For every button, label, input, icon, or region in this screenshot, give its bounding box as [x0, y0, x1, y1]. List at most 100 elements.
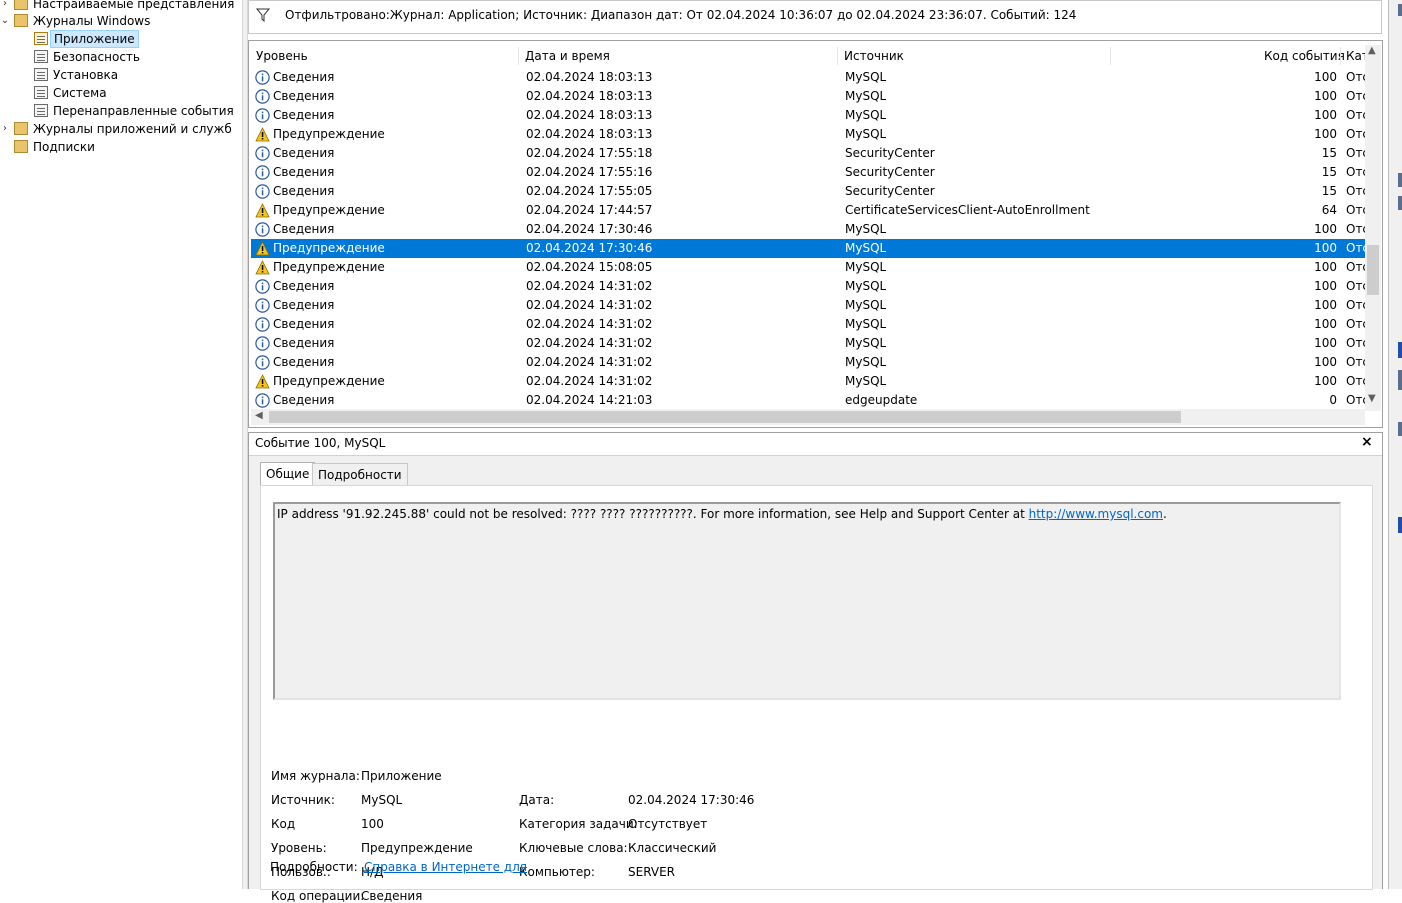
action-icon[interactable] [1398, 173, 1402, 187]
table-row[interactable]: Сведения 02.04.2024 18:03:13 MySQL 100 Отс [251, 87, 1366, 106]
table-row[interactable]: Предупреждение 02.04.2024 17:44:57 Certifi… [251, 201, 1366, 220]
table-row[interactable]: Сведения 02.04.2024 17:55:05 SecurityCente… [251, 182, 1366, 201]
scroll-down-icon[interactable]: ▼ [1368, 393, 1376, 404]
row-event-id: 100 [1314, 260, 1337, 274]
table-row[interactable]: Сведения 02.04.2024 17:55:16 SecurityCente… [251, 163, 1366, 182]
tree-item-label: Журналы Windows [33, 14, 151, 28]
close-icon[interactable]: × [1361, 434, 1373, 450]
row-date: 02.04.2024 14:31:02 [526, 279, 653, 293]
table-row[interactable]: Предупреждение 02.04.2024 15:08:05 MySQL 10… [251, 258, 1366, 277]
table-row[interactable]: Сведения 02.04.2024 18:03:13 MySQL 100 Отс [251, 106, 1366, 125]
column-header-level[interactable]: Уровень [256, 45, 308, 67]
table-row[interactable]: Предупреждение 02.04.2024 17:30:46 MySQL 10… [251, 239, 1366, 258]
online-help-link[interactable]: Справка в Интернете для [364, 860, 527, 874]
table-row[interactable]: Предупреждение 02.04.2024 14:31:02 MySQL 10… [251, 372, 1366, 391]
table-row[interactable]: Сведения 02.04.2024 17:55:18 SecurityCente… [251, 144, 1366, 163]
collapse-icon[interactable]: ⌄ [0, 12, 10, 30]
row-date: 02.04.2024 17:55:05 [526, 184, 653, 198]
row-category: Отс [1346, 70, 1366, 84]
action-icon[interactable] [1398, 517, 1402, 533]
filter-bar: Отфильтровано:Журнал: Application; Источ… [248, 0, 1382, 34]
info-icon [255, 336, 270, 351]
column-separator[interactable] [1110, 47, 1111, 65]
row-category: Отс [1346, 279, 1366, 293]
opcode-label: Код операции: [271, 889, 365, 903]
row-source: MySQL [845, 70, 887, 84]
action-icon[interactable] [1398, 422, 1402, 436]
date-value: 02.04.2024 17:30:46 [628, 793, 755, 807]
row-event-id: 100 [1314, 89, 1337, 103]
mysql-help-link[interactable]: http://www.mysql.com [1029, 507, 1163, 521]
event-message-box[interactable]: IP address '91.92.245.88' could not be r… [273, 502, 1341, 700]
row-date: 02.04.2024 14:21:03 [526, 393, 653, 407]
row-level: Предупреждение [273, 127, 385, 141]
info-icon [255, 70, 270, 85]
row-source: MySQL [845, 279, 887, 293]
row-category: Отс [1346, 336, 1366, 350]
row-date: 02.04.2024 17:30:46 [526, 222, 653, 236]
filter-funnel-icon [256, 8, 270, 22]
column-separator[interactable] [837, 47, 838, 65]
row-source: MySQL [845, 222, 887, 236]
horizontal-scrollbar[interactable]: ◀ [251, 409, 1365, 425]
computer-label: Компьютер: [519, 865, 595, 879]
column-separator[interactable] [1340, 47, 1341, 65]
column-header-date[interactable]: Дата и время [525, 45, 610, 67]
computer-value: SERVER [628, 865, 676, 879]
row-source: MySQL [845, 108, 887, 122]
log-icon [34, 32, 48, 45]
info-icon [255, 355, 270, 370]
table-row[interactable]: Предупреждение 02.04.2024 18:03:13 MySQL 10… [251, 125, 1366, 144]
table-row[interactable]: Сведения 02.04.2024 14:21:03 edgeupdate 0 От… [251, 391, 1366, 410]
filter-summary-text: Отфильтровано:Журнал: Application; Источ… [285, 8, 1077, 22]
warning-icon [255, 374, 270, 389]
expand-icon[interactable]: › [0, 120, 10, 138]
events-grid: Уровень Дата и время Источник Код событи… [248, 40, 1383, 428]
scroll-up-icon[interactable]: ▲ [1368, 45, 1376, 56]
vertical-scroll-thumb[interactable] [1367, 245, 1379, 295]
tree-item-label: Журналы приложений и служб [33, 122, 232, 136]
tab-details[interactable]: Подробности [312, 463, 408, 485]
table-row[interactable]: Сведения 02.04.2024 18:03:13 MySQL 100 Отс [251, 68, 1366, 87]
row-level: Сведения [273, 336, 335, 350]
folder-icon [14, 122, 28, 135]
table-row[interactable]: Сведения 02.04.2024 14:31:02 MySQL 100 Отс [251, 296, 1366, 315]
row-date: 02.04.2024 15:08:05 [526, 260, 653, 274]
column-header-event-id[interactable]: Код события [1264, 45, 1345, 67]
action-icon[interactable] [1398, 196, 1402, 210]
row-date: 02.04.2024 17:55:18 [526, 146, 653, 160]
row-category: Отс [1346, 393, 1366, 407]
row-level: Сведения [273, 89, 335, 103]
log-name-label: Имя журнала: [271, 769, 360, 783]
log-icon [34, 104, 48, 117]
row-level: Сведения [273, 393, 335, 407]
action-icon[interactable] [1398, 370, 1402, 390]
table-row[interactable]: Сведения 02.04.2024 14:31:02 MySQL 100 Отс [251, 353, 1366, 372]
table-row[interactable]: Сведения 02.04.2024 14:31:02 MySQL 100 Отс [251, 334, 1366, 353]
column-header-source[interactable]: Источник [844, 45, 904, 67]
source-value: MySQL [361, 793, 403, 807]
info-icon [255, 393, 270, 408]
action-icon[interactable] [1398, 4, 1402, 16]
scroll-left-icon[interactable]: ◀ [255, 410, 263, 421]
horizontal-scroll-thumb[interactable] [269, 411, 1181, 423]
tab-general[interactable]: Общие [260, 462, 316, 486]
row-source: MySQL [845, 260, 887, 274]
row-level: Сведения [273, 146, 335, 160]
column-separator[interactable] [518, 47, 519, 65]
actions-pane-edge[interactable] [1388, 0, 1402, 889]
table-row[interactable]: Сведения 02.04.2024 14:31:02 MySQL 100 Отс [251, 277, 1366, 296]
table-row[interactable]: Сведения 02.04.2024 17:30:46 MySQL 100 Отс [251, 220, 1366, 239]
info-icon [255, 298, 270, 313]
folder-icon [14, 14, 28, 27]
action-icon[interactable] [1398, 342, 1402, 358]
event-code-value: 100 [361, 817, 384, 831]
table-row[interactable]: Сведения 02.04.2024 14:31:02 MySQL 100 Отс [251, 315, 1366, 334]
row-source: MySQL [845, 355, 887, 369]
row-category: Отс [1346, 374, 1366, 388]
folder-icon [14, 140, 28, 153]
row-event-id: 15 [1321, 146, 1337, 160]
row-event-id: 100 [1314, 222, 1337, 236]
vertical-scrollbar[interactable]: ▲ ▼ [1365, 45, 1381, 411]
row-level: Сведения [273, 108, 335, 122]
